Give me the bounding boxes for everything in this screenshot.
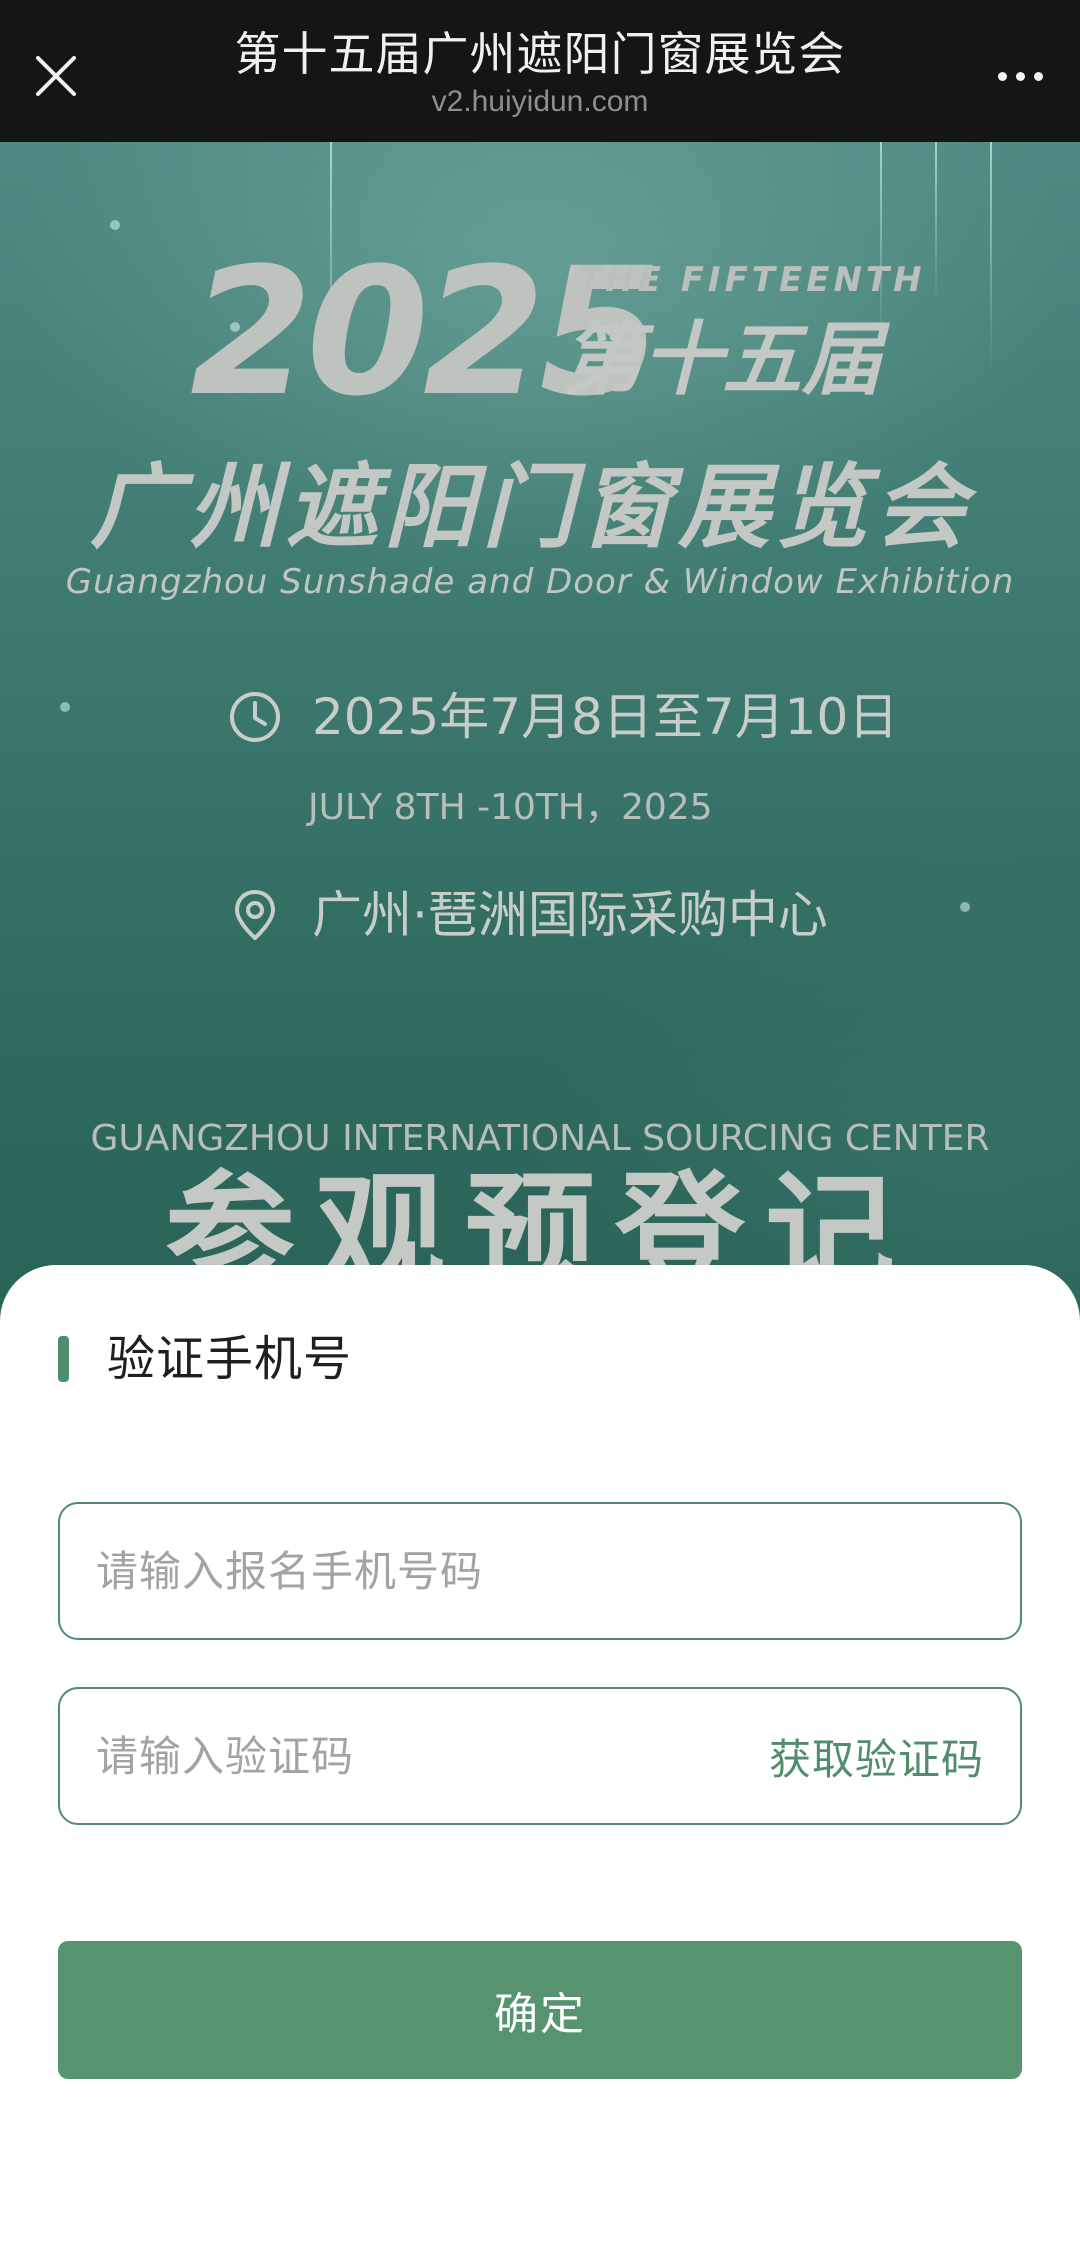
decorative-dot bbox=[60, 702, 70, 712]
banner-location-en: GUANGZHOU INTERNATIONAL SOURCING CENTER bbox=[90, 1118, 990, 1159]
banner-date-cn: 2025年7月8日至7月10日 bbox=[312, 688, 899, 746]
more-icon bbox=[997, 71, 1007, 81]
clock-icon bbox=[230, 692, 280, 742]
banner-location-row: 广州·琶洲国际采购中心 bbox=[228, 880, 828, 950]
decorative-dot bbox=[960, 902, 970, 912]
close-button[interactable] bbox=[20, 40, 92, 112]
banner-date-row: 2025年7月8日至7月10日 bbox=[228, 682, 898, 752]
decorative-dot bbox=[110, 220, 120, 230]
more-icon bbox=[1033, 71, 1043, 81]
page-url: v2.huiyidun.com bbox=[431, 85, 649, 118]
banner-expo-name-en: Guangzhou Sunshade and Door & Window Exh… bbox=[65, 562, 1015, 602]
sheet-heading: 验证手机号 bbox=[107, 1331, 353, 1387]
page-title-block: 第十五届广州遮阳门窗展览会 v2.huiyidun.com bbox=[180, 24, 900, 120]
banner-edition-cn: 第十五届 bbox=[562, 313, 882, 406]
more-icon bbox=[1015, 71, 1025, 81]
confirm-button[interactable]: 确定 bbox=[58, 1941, 1022, 2079]
more-button[interactable] bbox=[980, 40, 1060, 112]
browser-top-bar: 第十五届广州遮阳门窗展览会 v2.huiyidun.com bbox=[0, 0, 1080, 142]
banner-date-en: JULY 8TH -10TH，2025 bbox=[308, 787, 713, 828]
exhibition-banner: 2025 THE FIFTEENTH 第十五届 广州遮阳门窗展览会 Guangz… bbox=[0, 142, 1080, 1322]
get-code-button[interactable]: 获取验证码 bbox=[769, 1726, 984, 1787]
page-title: 第十五届广州遮阳门窗展览会 bbox=[234, 27, 846, 81]
code-field: 获取验证码 bbox=[58, 1687, 1022, 1825]
banner-location-cn: 广州·琶洲国际采购中心 bbox=[312, 886, 828, 944]
phone-input[interactable] bbox=[96, 1546, 984, 1596]
close-icon bbox=[36, 56, 76, 96]
sheet-header: 验证手机号 bbox=[58, 1329, 352, 1389]
decorative-light bbox=[990, 142, 992, 372]
verify-phone-sheet: 验证手机号 获取验证码 确定 bbox=[0, 1265, 1080, 2268]
banner-edition-en: THE FIFTEENTH bbox=[578, 260, 926, 300]
verification-code-input[interactable] bbox=[96, 1731, 769, 1781]
location-pin-icon bbox=[235, 890, 275, 940]
phone-field bbox=[58, 1502, 1022, 1640]
heading-accent-bar bbox=[58, 1336, 69, 1382]
decorative-light bbox=[935, 142, 937, 302]
banner-expo-name-cn: 广州遮阳门窗展览会 bbox=[90, 454, 973, 561]
